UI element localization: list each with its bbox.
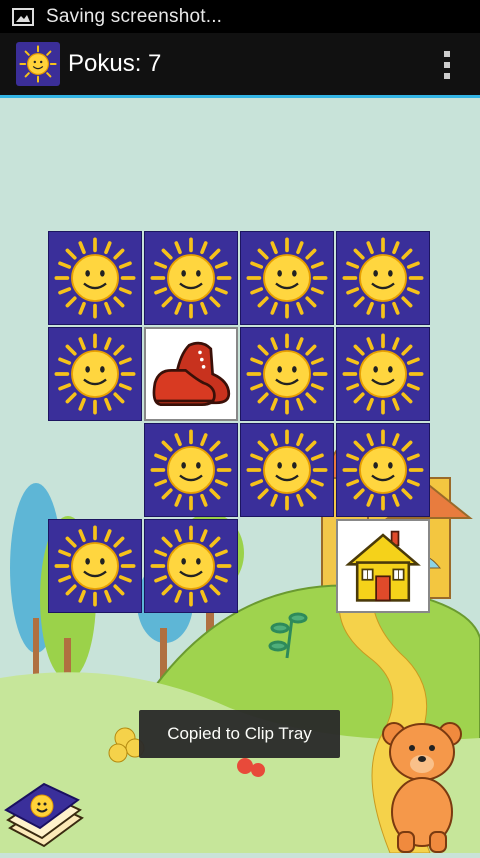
sun-icon (241, 232, 333, 324)
card-back[interactable] (144, 519, 238, 613)
sun-icon (49, 232, 141, 324)
card-back[interactable] (48, 231, 142, 325)
sun-icon (337, 424, 429, 516)
card-grid (48, 231, 432, 615)
sun-icon (241, 424, 333, 516)
card-open[interactable] (336, 519, 430, 613)
sun-icon (145, 520, 237, 612)
card-back[interactable] (144, 423, 238, 517)
card-back[interactable] (144, 231, 238, 325)
card-back[interactable] (240, 327, 334, 421)
card-back[interactable] (336, 423, 430, 517)
sun-icon (145, 232, 237, 324)
card-open[interactable] (144, 327, 238, 421)
page-title: Pokus: 7 (68, 50, 162, 77)
card-back[interactable] (336, 327, 430, 421)
status-bar: Saving screenshot... (0, 0, 480, 33)
card-back[interactable] (240, 231, 334, 325)
sun-icon (49, 328, 141, 420)
card-back[interactable] (336, 231, 430, 325)
toast-message: Copied to Clip Tray (139, 710, 340, 758)
app-sun-icon[interactable] (16, 42, 60, 86)
book-button[interactable] (4, 766, 86, 848)
toast-text: Copied to Clip Tray (167, 724, 312, 743)
image-icon (12, 7, 34, 26)
sun-icon (241, 328, 333, 420)
sun-icon (337, 328, 429, 420)
sun-icon (49, 520, 141, 612)
bear-mascot[interactable] (376, 714, 468, 853)
action-bar: Pokus: 7 (0, 33, 480, 98)
card-back[interactable] (48, 519, 142, 613)
boot-icon (146, 329, 236, 419)
sun-icon (337, 232, 429, 324)
card-back[interactable] (240, 423, 334, 517)
sun-icon (145, 424, 237, 516)
status-text: Saving screenshot... (46, 5, 223, 27)
house-icon (340, 523, 426, 609)
overflow-menu-icon[interactable] (442, 51, 452, 79)
card-back[interactable] (48, 327, 142, 421)
